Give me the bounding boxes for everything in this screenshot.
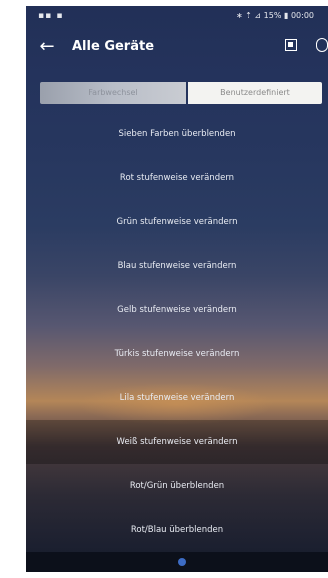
arrow-left-icon[interactable]: ← [36,36,58,58]
overflow-icon[interactable] [316,38,328,52]
status-bar: ▪▪ ▪ ∗ ⇡ ⊿ 15% ▮ 00:00 [26,6,328,28]
list-item[interactable]: Grün stufenweise verändern [26,200,328,244]
list-item[interactable]: Blau stufenweise verändern [26,244,328,288]
tab-farbwechsel[interactable]: Farbwechsel [40,82,186,104]
page-title: Alle Geräte [72,39,155,54]
phone-screen: ▪▪ ▪ ∗ ⇡ ⊿ 15% ▮ 00:00 ← Alle Geräte Far… [26,6,328,572]
tab-benutzerdefiniert[interactable]: Benutzerdefiniert [188,82,322,104]
stop-square-icon[interactable] [285,39,297,51]
status-indicators: ∗ ⇡ ⊿ 15% ▮ 00:00 [235,11,314,20]
list-item[interactable]: Rot stufenweise verändern [26,156,328,200]
list-item[interactable]: Gelb stufenweise verändern [26,288,328,332]
list-item[interactable]: Rot/Grün überblenden [26,464,328,508]
list-item[interactable]: Sieben Farben überblenden [26,112,328,156]
list-item[interactable]: Türkis stufenweise verändern [26,332,328,376]
list-item[interactable]: Rot/Blau überblenden [26,508,328,552]
list-item[interactable]: Lila stufenweise verändern [26,376,328,420]
list-item-selected[interactable]: Weiß stufenweise verändern [26,420,328,464]
bottom-bar [26,552,328,572]
app-bar: ← Alle Geräte [26,28,328,68]
mode-segmented-control: Farbwechsel Benutzerdefiniert [40,82,322,104]
home-indicator[interactable] [178,558,186,566]
status-notifications: ▪▪ ▪ [38,11,64,21]
effect-list: Sieben Farben überblenden Rot stufenweis… [26,112,328,552]
